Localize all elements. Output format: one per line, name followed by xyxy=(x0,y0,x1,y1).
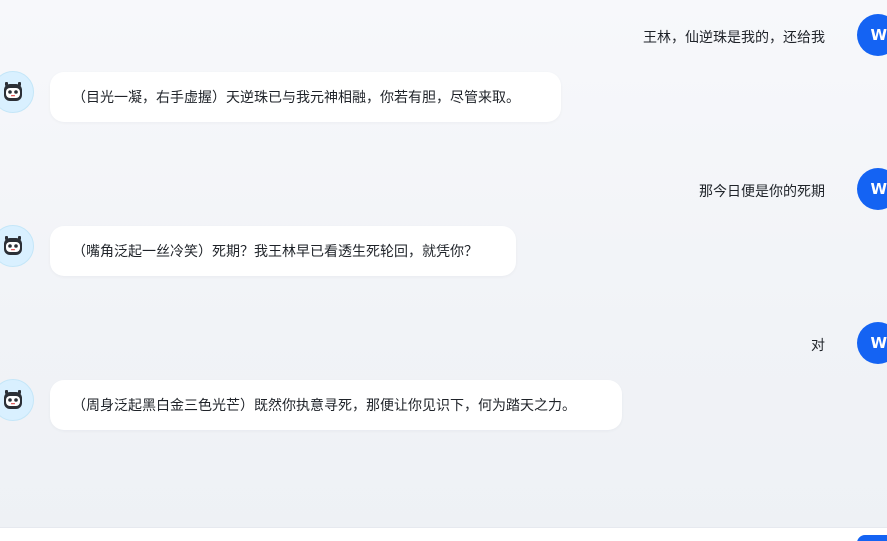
chat-conversation: 王林，仙逆珠是我的，还给我 W （目光一凝，右手虚握）天逆珠已与我元神相融，你若… xyxy=(0,0,887,541)
user-message: 那今日便是你的死期 xyxy=(699,184,825,200)
message-input[interactable] xyxy=(0,527,887,541)
send-button[interactable] xyxy=(857,535,887,541)
robot-face-icon xyxy=(4,390,22,409)
user-avatar[interactable]: W xyxy=(857,168,887,210)
assistant-message-text: （目光一凝，右手虚握）天逆珠已与我元神相融，你若有胆，尽管来取。 xyxy=(72,90,520,106)
user-avatar[interactable]: W xyxy=(857,322,887,364)
assistant-message-text: （嘴角泛起一丝冷笑）死期？我王林早已看透生死轮回，就凭你？ xyxy=(72,244,478,260)
bot-avatar xyxy=(0,225,34,267)
assistant-message: （嘴角泛起一丝冷笑）死期？我王林早已看透生死轮回，就凭你？ xyxy=(50,226,516,276)
user-avatar-letter: W xyxy=(870,334,887,352)
bot-avatar xyxy=(0,379,34,421)
robot-face-icon xyxy=(4,82,22,101)
bot-avatar xyxy=(0,71,34,113)
user-avatar-letter: W xyxy=(870,26,887,44)
assistant-message: （周身泛起黑白金三色光芒）既然你执意寻死，那便让你见识下，何为踏天之力。 xyxy=(50,380,622,430)
robot-face-icon xyxy=(4,236,22,255)
assistant-message: （目光一凝，右手虚握）天逆珠已与我元神相融，你若有胆，尽管来取。 xyxy=(50,72,561,122)
user-avatar[interactable]: W xyxy=(857,14,887,56)
assistant-message-text: （周身泛起黑白金三色光芒）既然你执意寻死，那便让你见识下，何为踏天之力。 xyxy=(72,398,576,414)
user-message: 王林，仙逆珠是我的，还给我 xyxy=(643,30,825,46)
user-message: 对 xyxy=(811,338,825,354)
user-avatar-letter: W xyxy=(870,180,887,198)
